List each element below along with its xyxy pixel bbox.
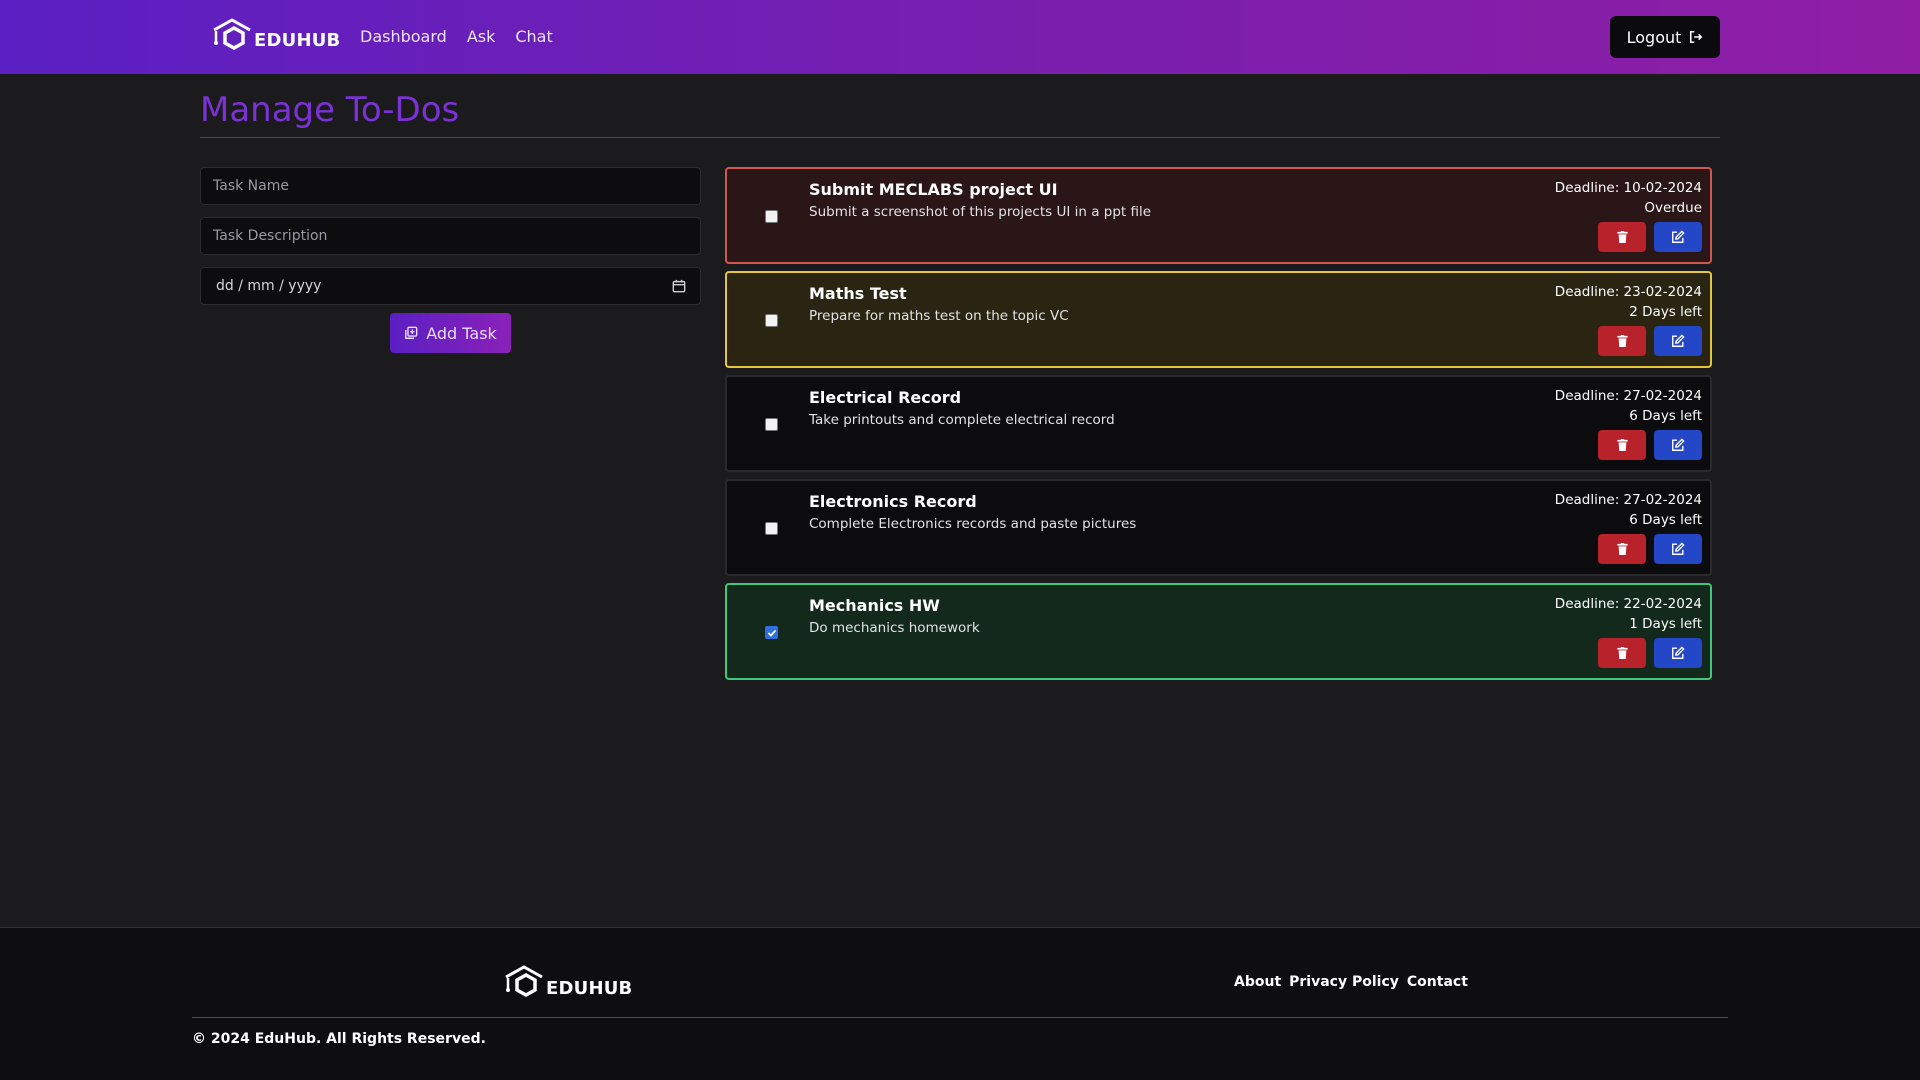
calendar-icon[interactable] xyxy=(672,279,686,293)
task-deadline: Deadline: 23-02-2024 xyxy=(1554,284,1702,300)
edit-icon xyxy=(1672,646,1685,659)
task-checkbox[interactable] xyxy=(765,314,778,327)
eduhub-logo-icon xyxy=(505,965,543,998)
trash-icon xyxy=(1616,335,1628,347)
top-navbar: EDUHUB Dashboard Ask Chat Logout xyxy=(0,0,1920,74)
logout-button[interactable]: Logout xyxy=(1610,16,1720,58)
task-description: Prepare for maths test on the topic VC xyxy=(809,308,1069,324)
eduhub-logo-icon xyxy=(213,18,251,51)
page-title: Manage To-Dos xyxy=(200,90,460,130)
task-status: Overdue xyxy=(1644,200,1702,216)
task-name: Mechanics HW xyxy=(809,596,940,615)
task-checkbox[interactable] xyxy=(765,210,778,223)
copyright-text: © 2024 EduHub. All Rights Reserved. xyxy=(192,1031,486,1047)
footer: EDUHUB About Privacy Policy Contact © 20… xyxy=(0,927,1920,1080)
nav-ask[interactable]: Ask xyxy=(467,27,496,46)
footer-brand-logo[interactable]: EDUHUB xyxy=(502,963,632,1003)
footer-link-privacy-policy[interactable]: Privacy Policy xyxy=(1289,974,1399,990)
task-status: 6 Days left xyxy=(1629,512,1702,528)
edit-task-button[interactable] xyxy=(1654,222,1702,252)
task-name: Maths Test xyxy=(809,284,907,303)
task-checkbox-checked[interactable] xyxy=(765,626,778,639)
task-deadline: Deadline: 22-02-2024 xyxy=(1554,596,1702,612)
task-card: Mechanics HW Do mechanics homework Deadl… xyxy=(725,583,1712,680)
task-card: Maths Test Prepare for maths test on the… xyxy=(725,271,1712,368)
task-status: 1 Days left xyxy=(1629,616,1702,632)
task-description: Complete Electronics records and paste p… xyxy=(809,516,1137,532)
delete-task-button[interactable] xyxy=(1598,534,1646,564)
task-card: Electronics Record Complete Electronics … xyxy=(725,479,1712,576)
footer-link-about[interactable]: About xyxy=(1234,974,1281,990)
edit-icon xyxy=(1672,542,1685,555)
task-description-input[interactable] xyxy=(200,217,701,255)
task-name: Electronics Record xyxy=(809,492,977,511)
footer-links: About Privacy Policy Contact xyxy=(1234,974,1468,990)
delete-task-button[interactable] xyxy=(1598,638,1646,668)
task-description: Take printouts and complete electrical r… xyxy=(809,412,1115,428)
task-deadline: Deadline: 27-02-2024 xyxy=(1554,388,1702,404)
trash-icon xyxy=(1616,543,1628,555)
task-card: Submit MECLABS project UI Submit a scree… xyxy=(725,167,1712,264)
add-copy-icon xyxy=(405,326,418,339)
add-task-label: Add Task xyxy=(426,323,497,343)
task-checkbox[interactable] xyxy=(765,522,778,535)
nav-dashboard[interactable]: Dashboard xyxy=(360,27,447,46)
brand-logo[interactable]: EDUHUB xyxy=(210,14,340,58)
title-divider xyxy=(200,137,1720,138)
edit-icon xyxy=(1672,438,1685,451)
task-description: Submit a screenshot of this projects UI … xyxy=(809,204,1152,220)
footer-brand-text: EDUHUB xyxy=(546,977,633,999)
footer-link-contact[interactable]: Contact xyxy=(1407,974,1468,990)
task-list: Submit MECLABS project UI Submit a scree… xyxy=(725,167,1712,687)
task-name: Electrical Record xyxy=(809,388,962,407)
trash-icon xyxy=(1616,439,1628,451)
delete-task-button[interactable] xyxy=(1598,222,1646,252)
footer-divider xyxy=(192,1017,1728,1018)
nav-chat[interactable]: Chat xyxy=(515,27,552,46)
task-deadline: Deadline: 27-02-2024 xyxy=(1554,492,1702,508)
task-deadline: Deadline: 10-02-2024 xyxy=(1554,180,1702,196)
edit-task-button[interactable] xyxy=(1654,638,1702,668)
add-task-button[interactable]: Add Task xyxy=(390,313,511,353)
logout-label: Logout xyxy=(1626,27,1682,47)
edit-task-button[interactable] xyxy=(1654,430,1702,460)
task-name: Submit MECLABS project UI xyxy=(809,180,1058,199)
brand-text: EDUHUB xyxy=(254,29,341,51)
edit-icon xyxy=(1672,230,1685,243)
checkmark-icon xyxy=(767,629,776,637)
trash-icon xyxy=(1616,647,1628,659)
edit-icon xyxy=(1672,334,1685,347)
edit-task-button[interactable] xyxy=(1654,534,1702,564)
date-placeholder: dd / mm / yyyy xyxy=(216,278,322,294)
deadline-date-input[interactable]: dd / mm / yyyy xyxy=(200,267,701,305)
main-nav: Dashboard Ask Chat xyxy=(360,27,553,46)
task-name-input[interactable] xyxy=(200,167,701,205)
edit-task-button[interactable] xyxy=(1654,326,1702,356)
task-status: 6 Days left xyxy=(1629,408,1702,424)
task-checkbox[interactable] xyxy=(765,418,778,431)
delete-task-button[interactable] xyxy=(1598,430,1646,460)
task-status: 2 Days left xyxy=(1629,304,1702,320)
logout-icon xyxy=(1690,30,1703,44)
delete-task-button[interactable] xyxy=(1598,326,1646,356)
task-card: Electrical Record Take printouts and com… xyxy=(725,375,1712,472)
task-description: Do mechanics homework xyxy=(809,620,980,636)
trash-icon xyxy=(1616,231,1628,243)
